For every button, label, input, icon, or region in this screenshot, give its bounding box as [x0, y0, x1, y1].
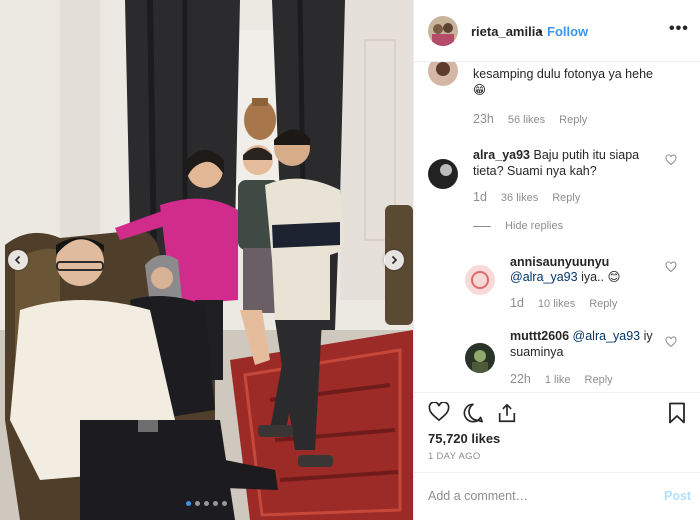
- more-options-button[interactable]: •••: [669, 20, 689, 38]
- comments-list: kesamping dulu fotonya ya hehe 😁 23h 56 l…: [414, 62, 700, 392]
- comment-time[interactable]: 1d: [473, 190, 487, 204]
- family-photo-illustration: [0, 0, 413, 520]
- commenter-avatar-image: [465, 343, 495, 373]
- comment-text: kesamping dulu fotonya ya hehe: [473, 67, 653, 81]
- hide-replies-line: [473, 226, 491, 227]
- chevron-right-icon: [391, 255, 398, 265]
- comment-likes[interactable]: 10 likes: [538, 298, 575, 310]
- follow-button[interactable]: Follow: [547, 24, 588, 39]
- comment-time[interactable]: 22h: [510, 372, 531, 386]
- author-avatar-image: [428, 16, 458, 46]
- comment-text-line2: tieta? Suami nya kah?: [473, 164, 597, 178]
- comment-username[interactable]: muttt2606: [510, 329, 569, 343]
- comment-time[interactable]: 1d: [510, 296, 524, 310]
- comment-meta: 23h 56 likes Reply: [473, 112, 601, 126]
- post-comment-button[interactable]: Post: [664, 489, 691, 503]
- post-photo: [0, 0, 413, 520]
- comment-meta: 22h 1 like Reply: [510, 372, 627, 386]
- carousel-dot: [204, 501, 209, 506]
- carousel-dot: [195, 501, 200, 506]
- heart-icon[interactable]: [428, 402, 450, 422]
- comment-emoji: 😊: [607, 270, 621, 284]
- hide-replies-button[interactable]: Hide replies: [505, 220, 563, 232]
- commenter-avatar[interactable]: [465, 343, 495, 373]
- comment-like-icon[interactable]: [665, 336, 677, 348]
- commenter-avatar-image: [428, 159, 458, 189]
- header-separator: •: [538, 24, 543, 39]
- comment-emoji: 😁: [473, 83, 487, 97]
- reply-button[interactable]: Reply: [552, 192, 580, 204]
- comment-username[interactable]: alra_ya93: [473, 148, 530, 162]
- comment-likes[interactable]: 36 likes: [501, 192, 538, 204]
- bookmark-icon[interactable]: [668, 402, 686, 424]
- comment-text-line2: suaminya: [510, 345, 564, 359]
- post-header: rieta_amilia • Follow •••: [414, 0, 700, 62]
- commenter-avatar-image: [465, 265, 495, 295]
- comment-icon[interactable]: [462, 402, 484, 424]
- reply-button[interactable]: Reply: [559, 114, 587, 126]
- comment-meta: 1d 10 likes Reply: [510, 296, 631, 310]
- author-username[interactable]: rieta_amilia: [471, 24, 543, 39]
- comment-meta: 1d 36 likes Reply: [473, 190, 594, 204]
- comment-text: iya..: [577, 270, 604, 284]
- comment-time[interactable]: 23h: [473, 112, 494, 126]
- add-comment-form: Post: [414, 472, 700, 520]
- carousel-prev-button[interactable]: [8, 250, 28, 270]
- comment-text: iy: [640, 329, 653, 343]
- reply-body-line1: muttt2606 @alra_ya93 iy: [510, 328, 653, 345]
- comment-like-icon[interactable]: [665, 154, 677, 166]
- comment-likes[interactable]: 56 likes: [508, 114, 545, 126]
- instagram-post-modal: rieta_amilia • Follow ••• kesamping dulu…: [0, 0, 700, 520]
- comment-text: Baju putih itu siapa: [533, 148, 640, 162]
- chevron-left-icon: [14, 255, 21, 265]
- reply-button[interactable]: Reply: [585, 374, 613, 386]
- comment-like-icon[interactable]: [665, 261, 677, 273]
- reply-body: @alra_ya93 iya.. 😊: [510, 269, 621, 286]
- author-avatar[interactable]: [428, 16, 458, 46]
- carousel-dot: [213, 501, 218, 506]
- reply-button[interactable]: Reply: [589, 298, 617, 310]
- mention-link[interactable]: @alra_ya93: [573, 329, 641, 343]
- comment-input[interactable]: [428, 487, 643, 505]
- comment-likes[interactable]: 1 like: [545, 374, 571, 386]
- post-timestamp[interactable]: 1 DAY AGO: [428, 451, 481, 462]
- share-icon[interactable]: [496, 402, 518, 424]
- comment-body-line1: alra_ya93 Baju putih itu siapa: [473, 147, 639, 164]
- commenter-avatar[interactable]: [428, 159, 458, 189]
- carousel-dot: [222, 501, 227, 506]
- post-actions: 75,720 likes 1 DAY AGO: [414, 392, 700, 472]
- commenter-avatar[interactable]: [465, 265, 495, 295]
- commenter-avatar[interactable]: [428, 62, 458, 86]
- mention-link[interactable]: @alra_ya93: [510, 270, 578, 284]
- carousel-indicator: [186, 501, 227, 506]
- carousel-dot: [186, 501, 191, 506]
- carousel-next-button[interactable]: [384, 250, 404, 270]
- commenter-avatar-image: [428, 62, 458, 86]
- post-side-panel: rieta_amilia • Follow ••• kesamping dulu…: [413, 0, 700, 520]
- comment-username[interactable]: annisaunyuunyu: [510, 255, 609, 269]
- post-likes-count[interactable]: 75,720 likes: [428, 431, 500, 446]
